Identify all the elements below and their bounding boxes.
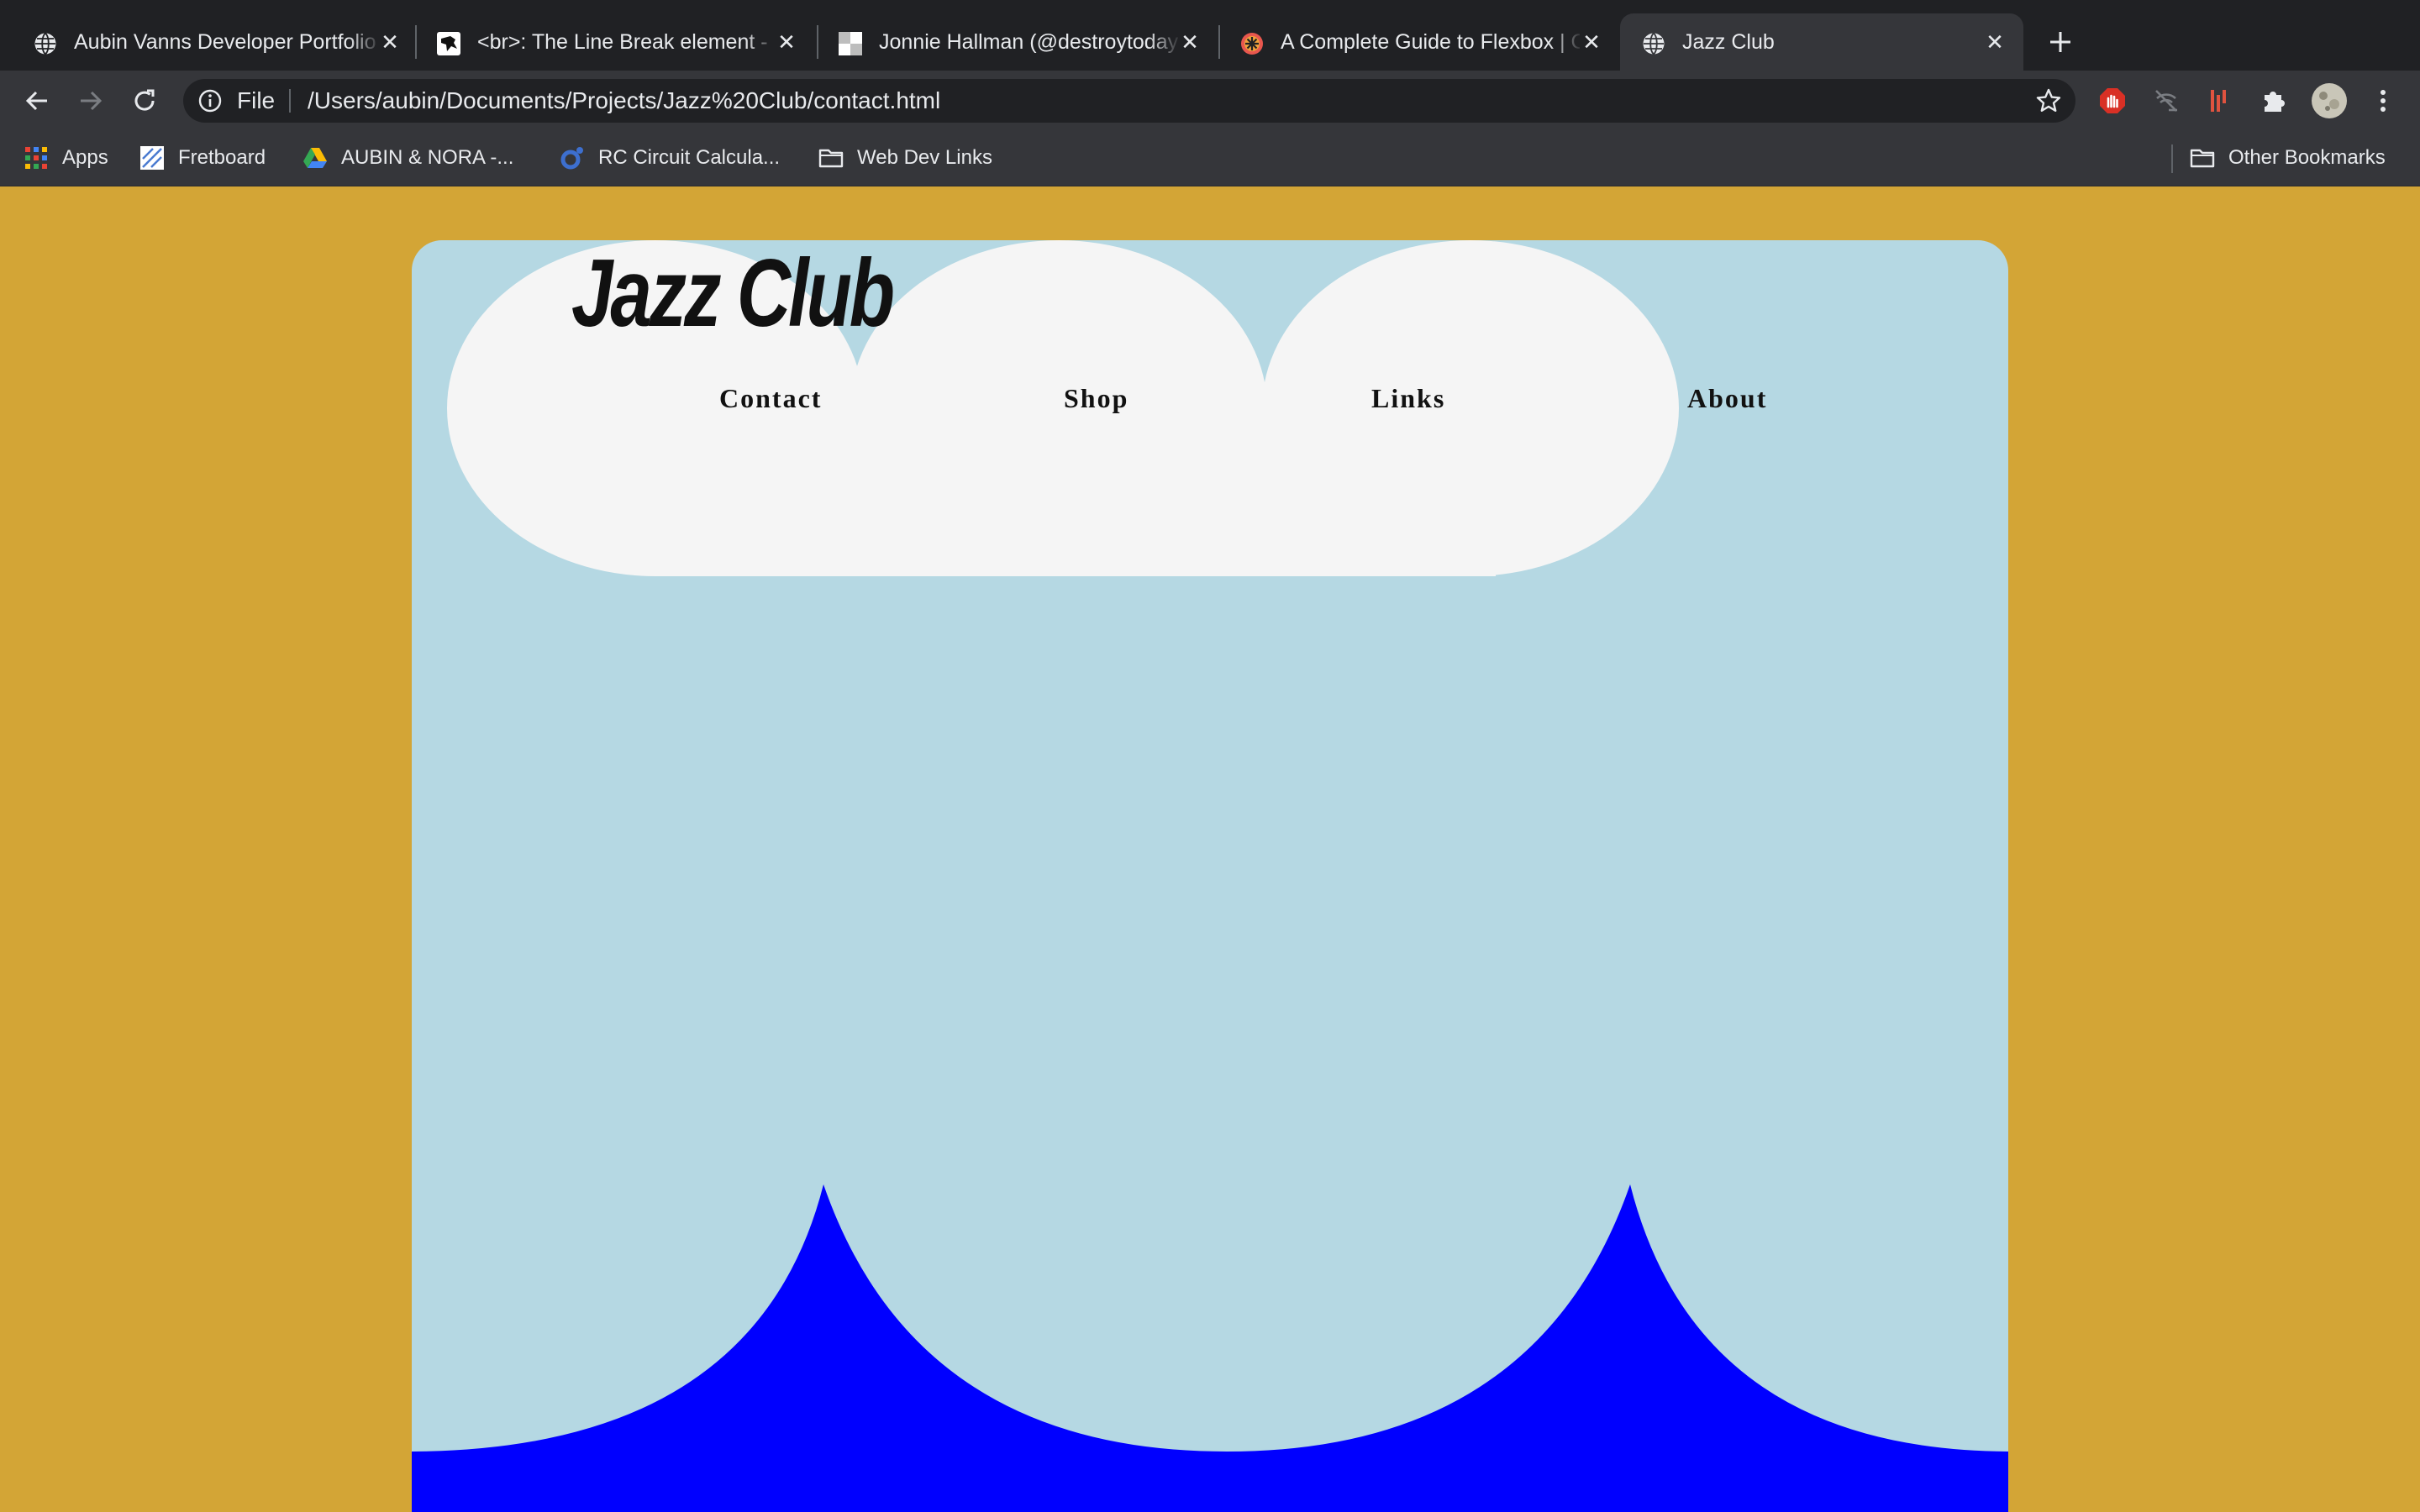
close-tab-icon[interactable]: ✕	[771, 27, 802, 57]
more-vertical-icon	[2381, 90, 2386, 112]
other-bookmarks[interactable]: Other Bookmarks	[2190, 143, 2386, 173]
bookmark-aubin-nora[interactable]: AUBIN & NORA -...	[302, 143, 513, 173]
nav-about[interactable]: About	[1687, 383, 1767, 414]
forward-button[interactable]	[72, 82, 109, 119]
bars-icon	[2211, 90, 2226, 112]
other-bookmarks-label: Other Bookmarks	[2228, 146, 2386, 169]
browser-toolbar: File /Users/aubin/Documents/Projects/Jaz…	[0, 71, 2420, 131]
adblock-icon	[2100, 88, 2125, 113]
tab-title: Jazz Club	[1682, 30, 1775, 54]
tab-portfolio[interactable]: Aubin Vanns Developer Portfolio ✕	[12, 13, 415, 71]
css-tricks-icon	[1241, 33, 1263, 55]
tab-title: Aubin Vanns Developer Portfolio	[74, 30, 376, 54]
url-text[interactable]: /Users/aubin/Documents/Projects/Jazz%20C…	[308, 86, 940, 116]
browser-menu-button[interactable]	[2368, 86, 2398, 116]
waves	[412, 1184, 2008, 1512]
close-tab-icon[interactable]: ✕	[375, 27, 405, 57]
wifi-off-icon	[2155, 90, 2177, 112]
back-button[interactable]	[18, 82, 55, 119]
bookmark-apps[interactable]: Apps	[24, 143, 108, 173]
tab-jonnie[interactable]: Jonnie Hallman (@destroytoday) ✕	[817, 13, 1218, 71]
nav-links[interactable]: Links	[1371, 383, 1445, 414]
reload-icon	[134, 89, 155, 111]
globe-icon	[1643, 32, 1665, 55]
bookmarks-bar: Apps Fretboard AUBIN & NORA -... RC Circ…	[0, 131, 2420, 186]
gear-icon	[560, 147, 583, 170]
profile-avatar[interactable]	[2311, 82, 2348, 119]
reload-button[interactable]	[126, 82, 163, 119]
scheme-label: File	[237, 87, 276, 113]
bookmark-star-icon[interactable]	[2035, 87, 2062, 114]
folder-icon	[2190, 149, 2215, 168]
avatar-icon	[2312, 83, 2347, 118]
tab-title: <br>: The Line Break element - HTML	[477, 30, 771, 54]
close-tab-icon[interactable]: ✕	[1576, 27, 1607, 57]
plus-icon	[2050, 32, 2070, 52]
google-drive-icon	[303, 148, 327, 168]
mdn-dino-icon	[437, 32, 460, 55]
bookmark-web-dev-links[interactable]: Web Dev Links	[818, 143, 992, 173]
bookmark-label: Apps	[62, 146, 108, 169]
new-tab-button[interactable]	[2042, 24, 2079, 60]
extension-icon-2[interactable]	[2151, 86, 2181, 116]
site-logo[interactable]: Jazz Club	[571, 240, 895, 349]
close-tab-icon[interactable]: ✕	[1175, 27, 1205, 57]
tab-mdn[interactable]: <br>: The Line Break element - HTML ✕	[415, 13, 817, 71]
globe-icon	[34, 32, 56, 55]
bookmark-label: Fretboard	[178, 146, 266, 169]
bookmark-rc-circuit[interactable]: RC Circuit Calcula...	[560, 143, 780, 173]
bookmark-label: RC Circuit Calcula...	[598, 146, 781, 169]
close-tab-icon[interactable]: ✕	[1980, 27, 2010, 57]
extensions-button[interactable]	[2259, 86, 2289, 116]
bookmark-label: AUBIN & NORA -...	[341, 146, 514, 169]
tab-css-tricks[interactable]: A Complete Guide to Flexbox | CSS-Tricks…	[1218, 13, 1620, 71]
apps-grid-icon	[25, 147, 47, 169]
puzzle-piece-icon	[2265, 92, 2285, 112]
page-viewport: Jazz Club Contact Shop Links About	[0, 186, 2420, 1512]
extension-icon-3[interactable]	[2205, 86, 2235, 116]
main-card: Jazz Club Contact Shop Links About	[412, 240, 2008, 1512]
bookmark-label: Web Dev Links	[857, 146, 992, 169]
adblock-extension-icon[interactable]	[2097, 86, 2128, 116]
info-icon[interactable]	[198, 89, 222, 113]
nav-shop[interactable]: Shop	[1064, 383, 1128, 414]
back-arrow-icon	[25, 91, 47, 111]
bookmark-fretboard[interactable]: Fretboard	[139, 143, 266, 173]
address-bar[interactable]: File /Users/aubin/Documents/Projects/Jaz…	[183, 79, 2075, 123]
scenery	[412, 240, 2008, 1512]
folder-icon	[818, 149, 844, 168]
tab-title: A Complete Guide to Flexbox | CSS-Tricks	[1281, 30, 1580, 54]
nav-contact[interactable]: Contact	[719, 383, 822, 414]
tab-strip: Aubin Vanns Developer Portfolio ✕ <br>: …	[0, 0, 2420, 71]
tab-jazz-club[interactable]: Jazz Club ✕	[1620, 13, 2023, 71]
forward-arrow-icon	[81, 91, 103, 111]
checker-icon	[839, 32, 862, 55]
tab-title: Jonnie Hallman (@destroytoday)	[879, 30, 1178, 54]
fretboard-icon	[140, 146, 164, 170]
